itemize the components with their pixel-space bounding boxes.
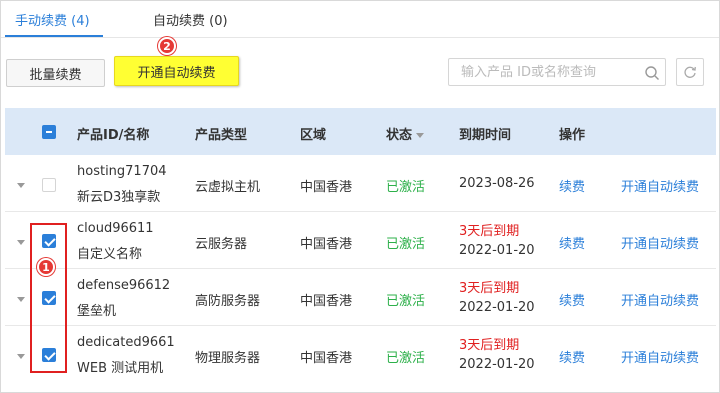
tab-bar: 手动续费 (4) 自动续费 (0) — [1, 1, 719, 38]
product-name: 堡垒机 — [77, 304, 117, 319]
product-id: hosting71704 — [77, 164, 167, 179]
expiry-date: 2022-01-20 — [459, 357, 535, 372]
expiry-warning: 3天后到期 — [459, 338, 520, 353]
expiry-date: 2023-08-26 — [459, 176, 535, 191]
enable-auto-renew-link[interactable]: 开通自动续费 — [621, 347, 699, 366]
renewal-panel: 手动续费 (4) 自动续费 (0) 批量续费 开通自动续费 2 产品ID/名称 … — [0, 0, 720, 393]
search-icon[interactable] — [644, 65, 660, 81]
step-badge-1: 1 — [37, 258, 55, 276]
product-id: defense96612 — [77, 278, 171, 293]
sort-caret-icon — [416, 133, 425, 138]
select-all-checkbox[interactable] — [42, 125, 56, 139]
table-row: cloud96611 自定义名称 云服务器 中国香港 已激活 3天后到期 202… — [5, 212, 716, 269]
active-tab-indicator — [5, 35, 103, 37]
table-header: 产品ID/名称 产品类型 区域 状态 到期时间 操作 — [5, 108, 716, 155]
tab-auto-renew[interactable]: 自动续费 (0) — [153, 10, 228, 29]
product-region: 中国香港 — [300, 180, 353, 195]
product-type: 物理服务器 — [195, 351, 261, 366]
search-input[interactable] — [461, 63, 641, 81]
header-expiry: 到期时间 — [459, 128, 512, 143]
expand-caret-icon[interactable] — [17, 240, 25, 245]
product-id: cloud96611 — [77, 221, 154, 236]
row-checkbox[interactable] — [42, 178, 56, 192]
table-row: hosting71704 新云D3独享款 云虚拟主机 中国香港 已激活 2023… — [5, 155, 716, 212]
header-region: 区域 — [300, 128, 327, 143]
status-badge: 已激活 — [386, 237, 426, 252]
renew-link[interactable]: 续费 — [559, 233, 585, 252]
table-row: dedicated9661 WEB 测试用机 物理服务器 中国香港 已激活 3天… — [5, 326, 716, 383]
refresh-button[interactable] — [676, 58, 704, 86]
batch-renew-button[interactable]: 批量续费 — [6, 59, 105, 87]
status-badge: 已激活 — [386, 351, 426, 366]
enable-auto-renew-button[interactable]: 开通自动续费 — [114, 56, 239, 86]
header-status-label: 状态 — [386, 128, 413, 143]
enable-auto-renew-link[interactable]: 开通自动续费 — [621, 233, 699, 252]
expiry-warning: 3天后到期 — [459, 224, 520, 239]
header-product: 产品ID/名称 — [77, 128, 150, 143]
product-region: 中国香港 — [300, 351, 353, 366]
expand-caret-icon[interactable] — [17, 183, 25, 188]
product-id: dedicated9661 — [77, 335, 175, 350]
product-type: 云虚拟主机 — [195, 180, 261, 195]
renew-link[interactable]: 续费 — [559, 347, 585, 366]
product-region: 中国香港 — [300, 237, 353, 252]
expand-caret-icon[interactable] — [17, 354, 25, 359]
product-type: 高防服务器 — [195, 294, 261, 309]
step-badge-2: 2 — [158, 37, 176, 55]
renew-link[interactable]: 续费 — [559, 290, 585, 309]
enable-auto-renew-link[interactable]: 开通自动续费 — [621, 290, 699, 309]
status-badge: 已激活 — [386, 180, 426, 195]
header-status[interactable]: 状态 — [386, 124, 425, 143]
renew-link[interactable]: 续费 — [559, 176, 585, 195]
product-name: 自定义名称 — [77, 247, 143, 262]
status-badge: 已激活 — [386, 294, 426, 309]
header-type: 产品类型 — [195, 128, 248, 143]
product-type: 云服务器 — [195, 237, 248, 252]
search-field — [448, 58, 666, 86]
expiry-date: 2022-01-20 — [459, 243, 535, 258]
header-ops: 操作 — [559, 128, 586, 143]
expand-caret-icon[interactable] — [17, 297, 25, 302]
product-name: WEB 测试用机 — [77, 361, 164, 376]
refresh-icon — [684, 66, 696, 78]
expiry-date: 2022-01-20 — [459, 300, 535, 315]
product-name: 新云D3独享款 — [77, 190, 161, 205]
tab-manual-renew[interactable]: 手动续费 (4) — [15, 10, 90, 29]
selection-highlight-box — [30, 223, 67, 373]
expiry-warning: 3天后到期 — [459, 281, 520, 296]
product-region: 中国香港 — [300, 294, 353, 309]
table-row: defense96612 堡垒机 高防服务器 中国香港 已激活 3天后到期 20… — [5, 269, 716, 326]
enable-auto-renew-link[interactable]: 开通自动续费 — [621, 176, 699, 195]
